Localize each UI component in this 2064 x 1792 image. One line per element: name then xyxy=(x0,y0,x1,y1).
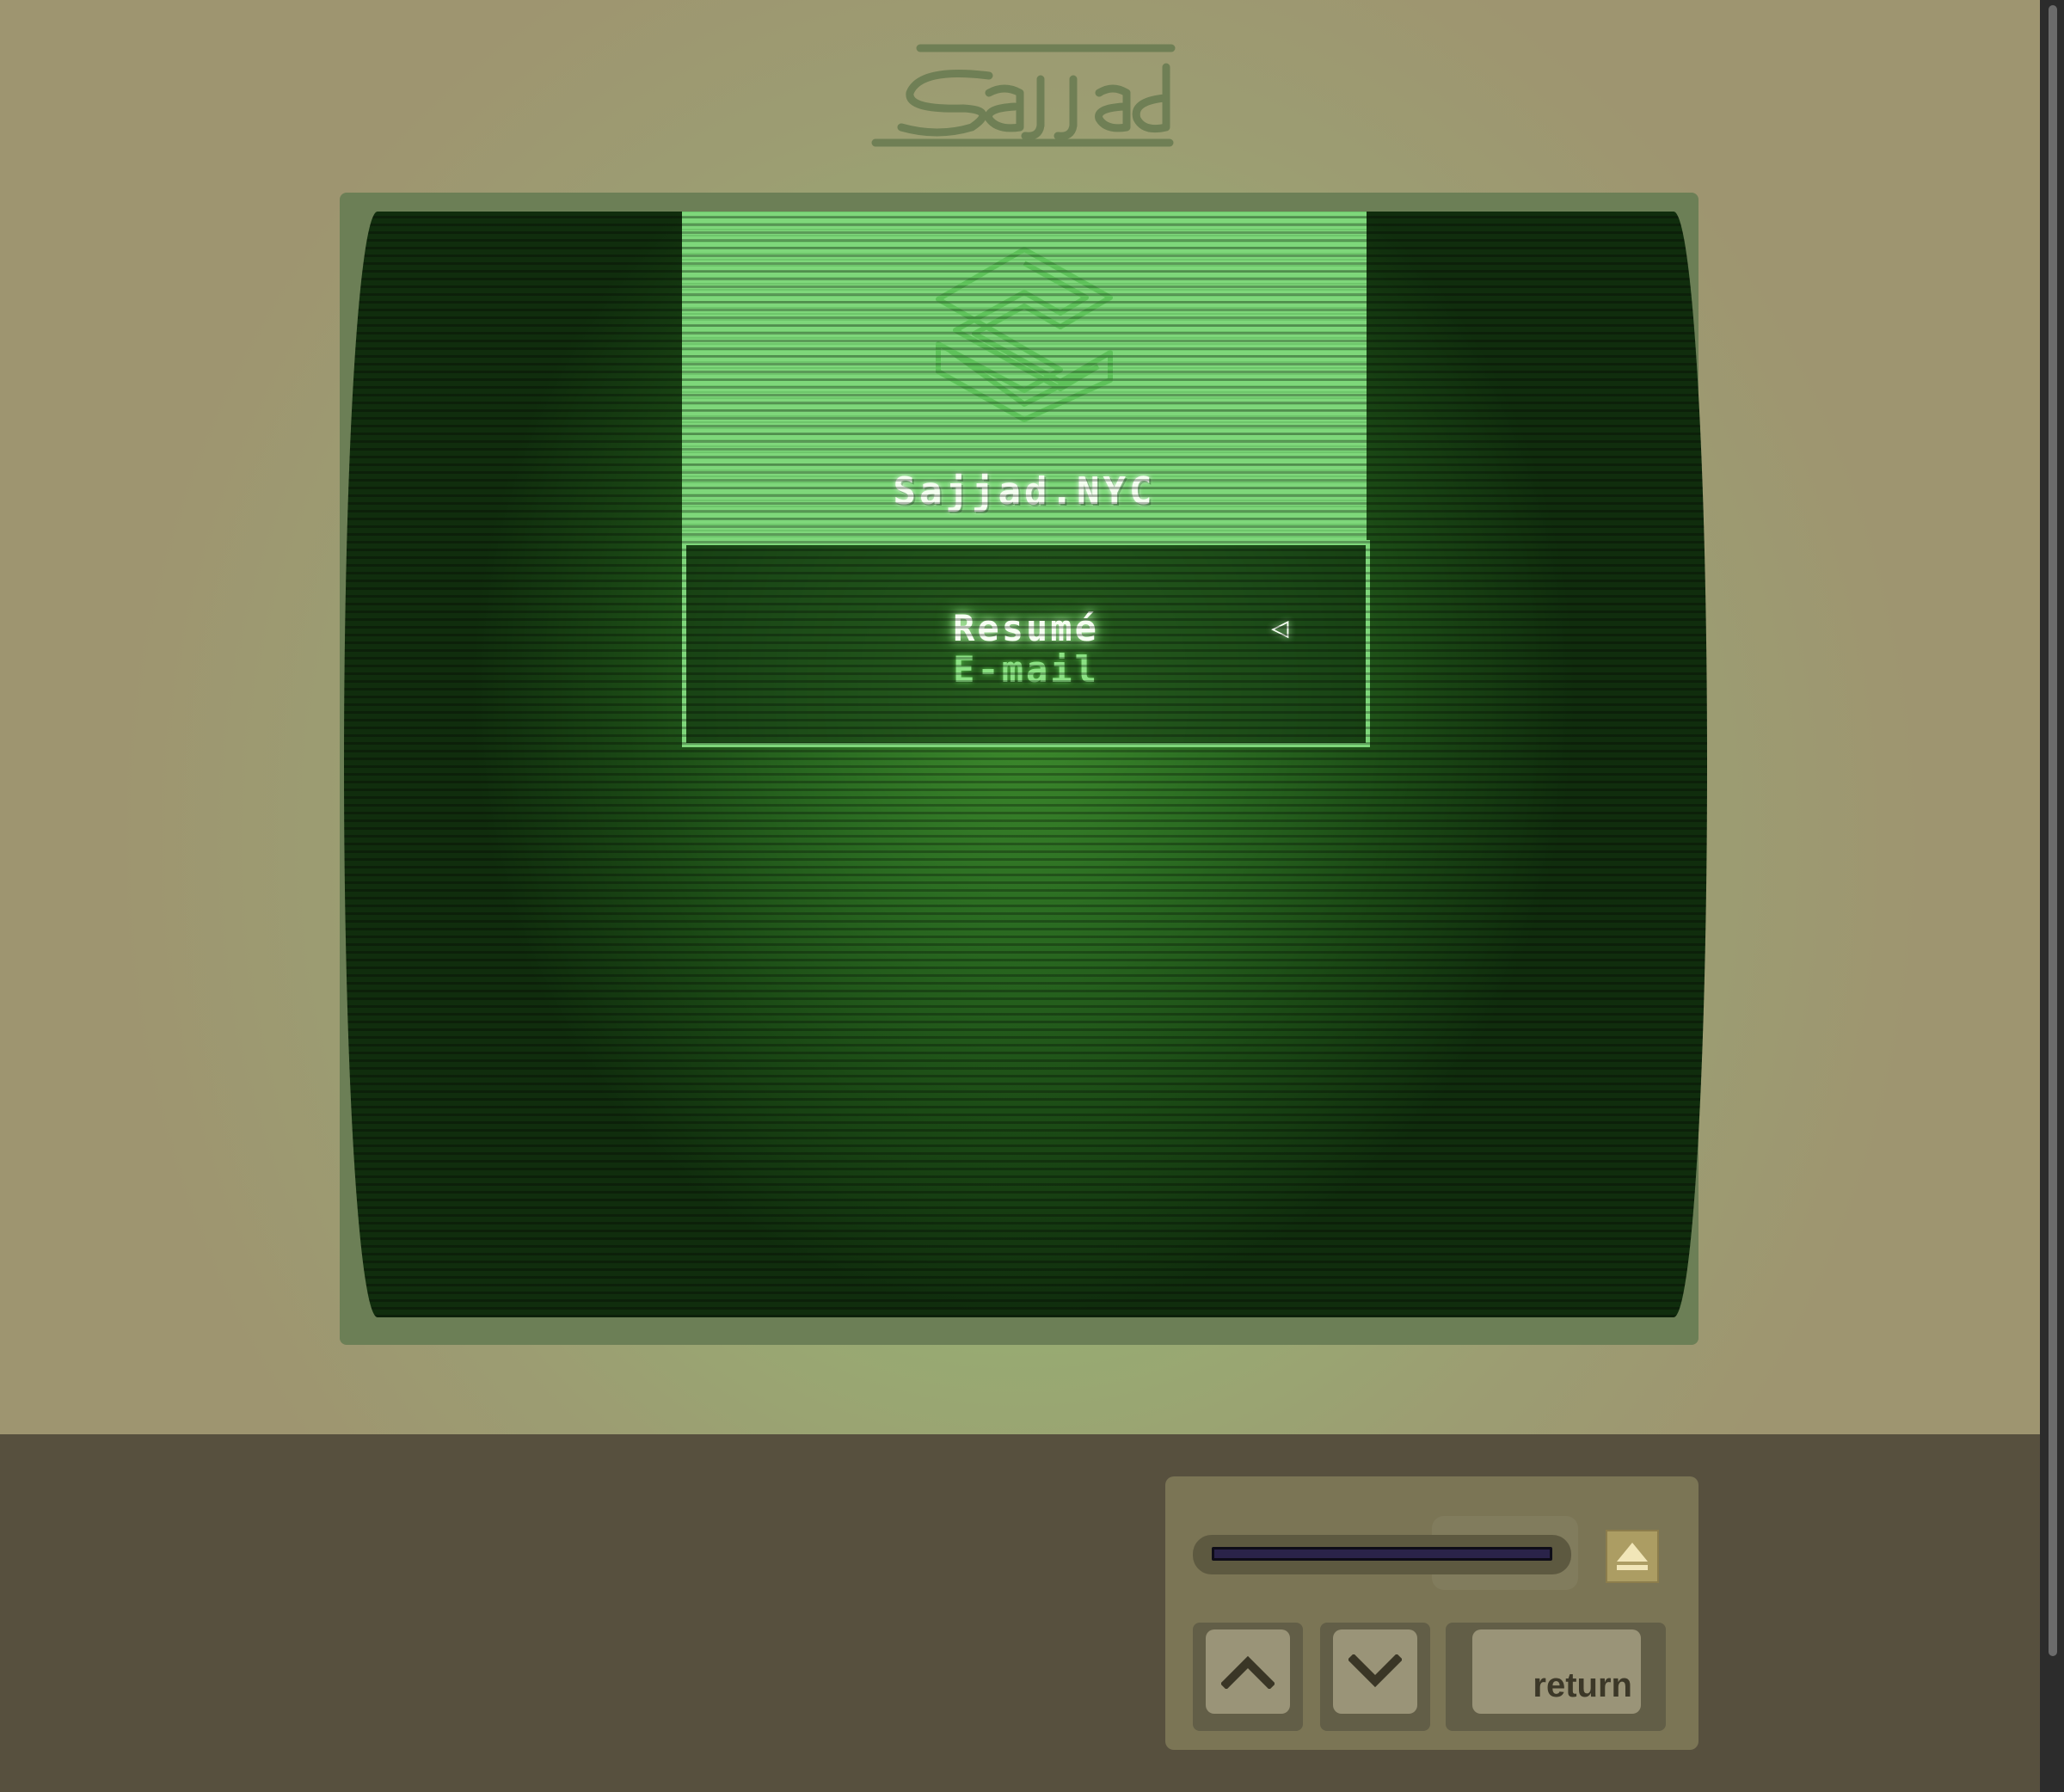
return-button[interactable]: return xyxy=(1472,1629,1641,1714)
return-label: return xyxy=(1533,1666,1632,1704)
selection-cursor-icon: ◁ xyxy=(1271,611,1289,645)
page: Sajjad.NYC Resumé ◁ E-mail return xyxy=(0,0,2040,1792)
menu-box: Resumé ◁ E-mail xyxy=(682,540,1370,747)
control-panel: return xyxy=(1165,1476,1698,1750)
site-title: Sajjad.NYC xyxy=(893,469,1156,513)
eject-icon xyxy=(1617,1543,1648,1570)
backdrop-desk xyxy=(0,1434,2040,1792)
eject-button[interactable] xyxy=(1606,1530,1659,1583)
chevron-down-icon xyxy=(1348,1654,1402,1688)
signature-logo xyxy=(871,44,1176,147)
crt-screen: Sajjad.NYC Resumé ◁ E-mail xyxy=(344,212,1707,1317)
menu-item-email[interactable]: E-mail xyxy=(686,648,1366,690)
scrollbar-thumb[interactable] xyxy=(2049,5,2057,1656)
disk-slot xyxy=(1193,1535,1571,1574)
menu-item-resume[interactable]: Resumé xyxy=(686,607,1366,649)
page-scrollbar[interactable] xyxy=(2040,0,2064,1792)
chevron-up-icon xyxy=(1221,1655,1275,1689)
disk-slot-opening xyxy=(1212,1547,1552,1561)
s-cube-logo-icon xyxy=(936,247,1113,422)
up-button[interactable] xyxy=(1206,1629,1290,1714)
header-panel: Sajjad.NYC xyxy=(682,212,1367,543)
down-button[interactable] xyxy=(1333,1629,1417,1714)
